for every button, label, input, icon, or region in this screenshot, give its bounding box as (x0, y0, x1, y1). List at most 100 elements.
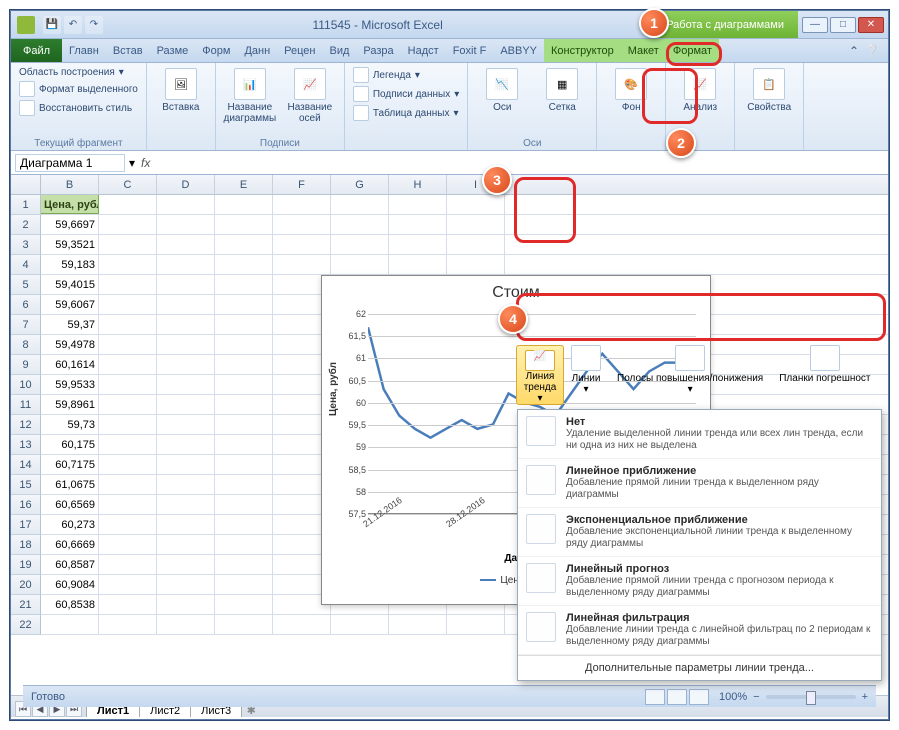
cell[interactable] (99, 615, 157, 634)
cell[interactable]: 60,8538 (41, 595, 99, 614)
error-bars-button[interactable]: Планки погрешност (779, 345, 870, 415)
row-header[interactable]: 6 (11, 295, 41, 315)
row-header[interactable]: 5 (11, 275, 41, 295)
trend-exponential[interactable]: Экспоненциальное приближениеДобавление э… (518, 508, 881, 557)
tab-layout[interactable]: Макет (621, 39, 666, 62)
cell[interactable]: 59,8961 (41, 395, 99, 414)
cell[interactable] (215, 235, 273, 254)
zoom-slider[interactable] (766, 695, 856, 699)
insert-button[interactable]: 🖼Вставка (153, 66, 209, 115)
minimize-button[interactable]: — (802, 17, 828, 33)
cell[interactable] (99, 415, 157, 434)
row-header[interactable]: 21 (11, 595, 41, 615)
close-button[interactable]: ✕ (858, 17, 884, 33)
row-header[interactable]: 19 (11, 555, 41, 575)
chart-element-dropdown[interactable]: Область построения ▾ (17, 66, 140, 79)
cell[interactable] (215, 255, 273, 274)
cell[interactable] (331, 255, 389, 274)
legend-button[interactable]: Легенда ▾ (351, 66, 461, 84)
cell[interactable] (157, 215, 215, 234)
cell[interactable] (157, 555, 215, 574)
cell[interactable]: 59,37 (41, 315, 99, 334)
tab-design[interactable]: Конструктор (544, 39, 621, 62)
cell[interactable] (99, 575, 157, 594)
trendline-button[interactable]: 📈 Линия тренда ▾ (516, 345, 564, 405)
cell[interactable] (215, 435, 273, 454)
cell[interactable] (215, 475, 273, 494)
tab-developer[interactable]: Разра (356, 39, 400, 62)
cell[interactable]: 60,175 (41, 435, 99, 454)
col-header[interactable]: G (331, 175, 389, 194)
cell[interactable]: 59,3521 (41, 235, 99, 254)
row-header[interactable]: 17 (11, 515, 41, 535)
cell[interactable] (215, 555, 273, 574)
cell[interactable] (157, 455, 215, 474)
tab-foxit[interactable]: Foxit F (446, 39, 494, 62)
properties-button[interactable]: 📋Свойства (741, 66, 797, 115)
cell[interactable] (99, 475, 157, 494)
col-header[interactable]: D (157, 175, 215, 194)
cell[interactable] (99, 275, 157, 294)
cell[interactable] (157, 375, 215, 394)
axis-title-button[interactable]: 📈Название осей (282, 66, 338, 126)
cell[interactable] (215, 595, 273, 614)
cell[interactable] (389, 235, 447, 254)
cell[interactable] (99, 295, 157, 314)
cell[interactable] (273, 235, 331, 254)
cell[interactable]: 61,0675 (41, 475, 99, 494)
page-layout-button[interactable] (667, 689, 687, 705)
cell[interactable] (157, 595, 215, 614)
col-header[interactable]: E (215, 175, 273, 194)
cell[interactable] (273, 615, 331, 634)
row-header[interactable]: 3 (11, 235, 41, 255)
row-header[interactable]: 2 (11, 215, 41, 235)
maximize-button[interactable]: □ (830, 17, 856, 33)
tab-data[interactable]: Данн (237, 39, 277, 62)
row-header[interactable]: 13 (11, 435, 41, 455)
cell[interactable]: 60,273 (41, 515, 99, 534)
select-all-corner[interactable] (11, 175, 41, 194)
cell[interactable] (215, 455, 273, 474)
axes-button[interactable]: 📉Оси (474, 66, 530, 115)
cell[interactable] (331, 195, 389, 214)
row-header[interactable]: 11 (11, 395, 41, 415)
cell[interactable] (99, 355, 157, 374)
cell[interactable] (215, 495, 273, 514)
collapse-ribbon-icon[interactable]: ⌃ (849, 44, 859, 58)
cell[interactable]: 59,9533 (41, 375, 99, 394)
row-header[interactable]: 18 (11, 535, 41, 555)
trend-more-options[interactable]: Дополнительные параметры линии тренда... (518, 655, 881, 680)
cell[interactable] (157, 435, 215, 454)
cell[interactable]: 60,9084 (41, 575, 99, 594)
row-header[interactable]: 9 (11, 355, 41, 375)
cell[interactable] (215, 415, 273, 434)
trend-linear[interactable]: Линейное приближениеДобавление прямой ли… (518, 459, 881, 508)
analysis-button[interactable]: 📈Анализ (672, 66, 728, 115)
cell[interactable] (99, 395, 157, 414)
zoom-level[interactable]: 100% (719, 691, 747, 703)
row-header[interactable]: 4 (11, 255, 41, 275)
reset-style-button[interactable]: Восстановить стиль (17, 99, 140, 117)
gridlines-button[interactable]: ▦Сетка (534, 66, 590, 115)
data-table-button[interactable]: Таблица данных ▾ (351, 104, 461, 122)
tab-review[interactable]: Рецен (277, 39, 322, 62)
col-header[interactable]: C (99, 175, 157, 194)
cell[interactable] (99, 335, 157, 354)
cell[interactable] (41, 615, 99, 634)
cell[interactable] (99, 495, 157, 514)
cell[interactable] (157, 535, 215, 554)
normal-view-button[interactable] (645, 689, 665, 705)
cell[interactable] (99, 215, 157, 234)
cell[interactable] (157, 475, 215, 494)
cell[interactable] (157, 355, 215, 374)
cell[interactable]: 60,1614 (41, 355, 99, 374)
cell[interactable] (99, 315, 157, 334)
cell[interactable] (157, 195, 215, 214)
tab-view[interactable]: Вид (323, 39, 357, 62)
cell[interactable] (99, 195, 157, 214)
cell[interactable] (389, 615, 447, 634)
cell[interactable] (447, 235, 505, 254)
cell[interactable] (157, 235, 215, 254)
data-labels-button[interactable]: Подписи данных ▾ (351, 85, 461, 103)
tab-pagelayout[interactable]: Разме (150, 39, 196, 62)
